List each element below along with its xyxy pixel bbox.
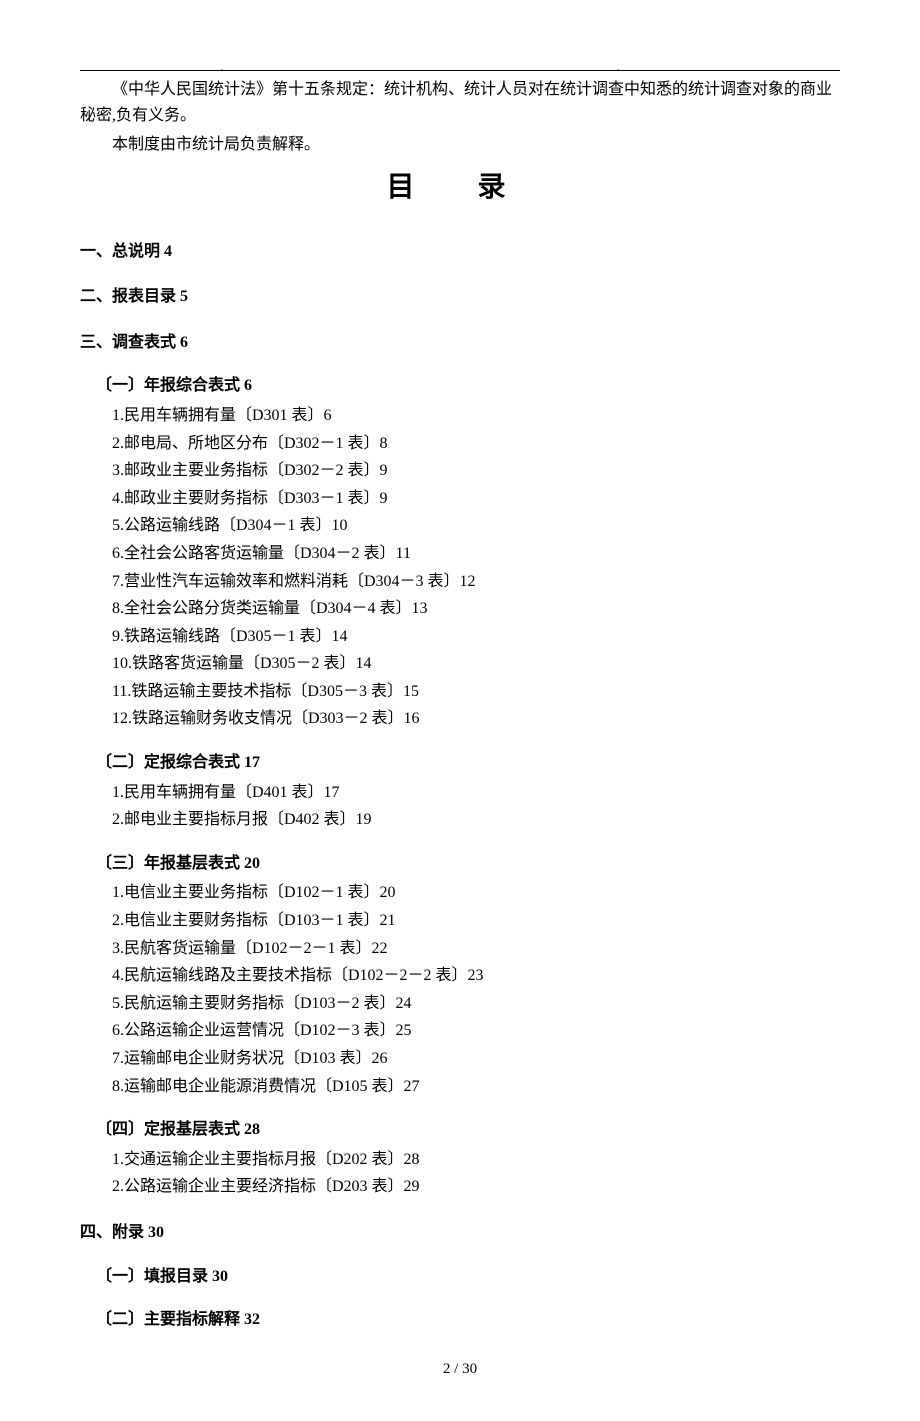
toc-item: 1.民用车辆拥有量〔D401 表〕17 [112,780,840,806]
intro-text-2: 本制度由市统计局负责解释。 [112,136,320,153]
toc-section: 二、报表目录 5 [80,284,840,310]
toc-item: 4.邮政业主要财务指标〔D303－1 表〕9 [112,486,840,512]
toc-subsection: 〔二〕定报综合表式 17 [80,750,840,776]
toc-section: 一、总说明 4 [80,239,840,265]
toc-item: 2.公路运输企业主要经济指标〔D203 表〕29 [112,1174,840,1200]
toc-subsection: 〔三〕年报基层表式 20 [80,851,840,877]
toc-item: 1.交通运输企业主要指标月报〔D202 表〕28 [112,1147,840,1173]
page-container: 《中华人民国统计法》第十五条规定：统计机构、统计人员对在统计调查中知悉的统计调查… [0,0,920,1421]
toc-item-list: 1.电信业主要业务指标〔D102－1 表〕202.电信业主要财务指标〔D103－… [80,880,840,1099]
toc-item: 2.电信业主要财务指标〔D103－1 表〕21 [112,908,840,934]
toc-item: 11.铁路运输主要技术指标〔D305－3 表〕15 [112,679,840,705]
toc-item: 1.电信业主要业务指标〔D102－1 表〕20 [112,880,840,906]
toc-item: 10.铁路客货运输量〔D305－2 表〕14 [112,651,840,677]
toc-item-list: 1.交通运输企业主要指标月报〔D202 表〕282.公路运输企业主要经济指标〔D… [80,1147,840,1200]
toc-title: 目 录 [80,166,840,211]
intro-paragraph-2: 本制度由市统计局负责解释。 [80,132,840,158]
toc-item: 6.公路运输企业运营情况〔D102－3 表〕25 [112,1018,840,1044]
toc-item: 5.公路运输线路〔D304－1 表〕10 [112,513,840,539]
toc-item-list: 1.民用车辆拥有量〔D401 表〕172.邮电业主要指标月报〔D402 表〕19 [80,780,840,833]
toc-item: 1.民用车辆拥有量〔D301 表〕6 [112,403,840,429]
toc-section: 三、调查表式 6 [80,330,840,356]
toc-subsection: 〔二〕主要指标解释 32 [80,1307,840,1333]
toc-item: 9.铁路运输线路〔D305－1 表〕14 [112,624,840,650]
toc-item: 3.民航客货运输量〔D102－2－1 表〕22 [112,936,840,962]
toc-item: 4.民航运输线路及主要技术指标〔D102－2－2 表〕23 [112,963,840,989]
table-of-contents: 一、总说明 4 二、报表目录 5 三、调查表式 6 〔一〕年报综合表式 6 1.民用车辆… [80,239,840,1333]
toc-item: 5.民航运输主要财务指标〔D103－2 表〕24 [112,991,840,1017]
header-rule [80,70,840,71]
toc-item: 3.邮政业主要业务指标〔D302－2 表〕9 [112,458,840,484]
toc-item: 2.邮电局、所地区分布〔D302－1 表〕8 [112,431,840,457]
toc-item: 12.铁路运输财务收支情况〔D303－2 表〕16 [112,706,840,732]
toc-item: 7.营业性汽车运输效率和燃料消耗〔D304－3 表〕12 [112,569,840,595]
toc-subsection: 〔四〕定报基层表式 28 [80,1117,840,1143]
toc-item: 7.运输邮电企业财务状况〔D103 表〕26 [112,1046,840,1072]
toc-item-list: 1.民用车辆拥有量〔D301 表〕62.邮电局、所地区分布〔D302－1 表〕8… [80,403,840,732]
toc-item: 8.全社会公路分货类运输量〔D304－4 表〕13 [112,596,840,622]
toc-subsection: 〔一〕年报综合表式 6 [80,373,840,399]
toc-subsection: 〔一〕填报目录 30 [80,1264,840,1290]
toc-section: 四、附录 30 [80,1220,840,1246]
intro-paragraph-1: 《中华人民国统计法》第十五条规定：统计机构、统计人员对在统计调查中知悉的统计调查… [80,77,840,128]
intro-text-1: 《中华人民国统计法》第十五条规定：统计机构、统计人员对在统计调查中知悉的统计调查… [80,81,832,124]
toc-item: 2.邮电业主要指标月报〔D402 表〕19 [112,807,840,833]
toc-item: 8.运输邮电企业能源消费情况〔D105 表〕27 [112,1074,840,1100]
page-number: 2 / 30 [80,1357,840,1381]
toc-item: 6.全社会公路客货运输量〔D304－2 表〕11 [112,541,840,567]
